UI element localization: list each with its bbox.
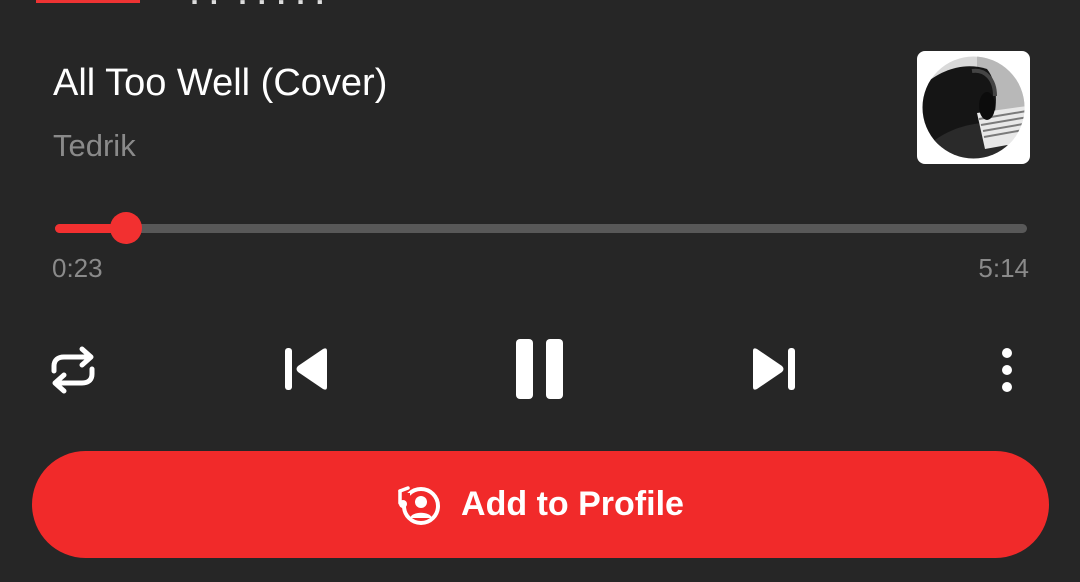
- pause-button[interactable]: [510, 336, 570, 402]
- seek-track: [55, 224, 1027, 233]
- song-title: All Too Well (Cover): [53, 62, 388, 104]
- add-to-profile-label: Add to Profile: [461, 485, 684, 523]
- more-vertical-icon: [1002, 348, 1012, 392]
- top-cut-text: ?? ?????: [186, 0, 331, 12]
- skip-previous-icon: [285, 348, 327, 390]
- previous-button[interactable]: [280, 343, 332, 395]
- skip-next-icon: [753, 348, 795, 390]
- pause-icon: [516, 339, 563, 399]
- more-options-button[interactable]: [990, 345, 1024, 395]
- artist-name[interactable]: Tedrik: [53, 128, 136, 164]
- tab-indicator: [36, 0, 140, 3]
- total-time: 5:14: [978, 253, 1029, 283]
- repeat-icon: [51, 346, 95, 394]
- repeat-button[interactable]: [46, 345, 100, 395]
- add-to-profile-button[interactable]: Add to Profile: [32, 451, 1049, 558]
- album-art[interactable]: [917, 51, 1030, 164]
- next-button[interactable]: [748, 343, 800, 395]
- seek-bar[interactable]: [55, 212, 1027, 244]
- seek-handle[interactable]: [110, 212, 142, 244]
- top-strip: [0, 0, 1080, 8]
- add-to-profile-icon: [398, 485, 441, 525]
- elapsed-time: 0:23: [52, 253, 103, 283]
